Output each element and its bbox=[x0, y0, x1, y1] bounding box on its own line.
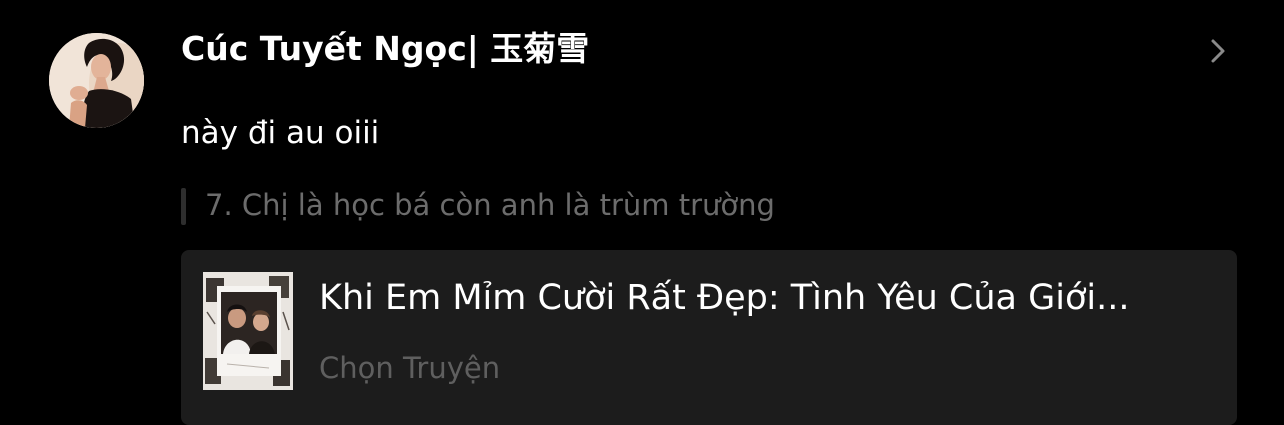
story-title[interactable]: Khi Em Mỉm Cười Rất Đẹp: Tình Yêu Của Gi… bbox=[319, 275, 1219, 321]
avatar[interactable] bbox=[49, 33, 144, 128]
avatar-photo bbox=[49, 33, 144, 128]
chevron-right-icon[interactable] bbox=[1207, 38, 1229, 64]
story-card[interactable]: Khi Em Mỉm Cười Rất Đẹp: Tình Yêu Của Gi… bbox=[181, 250, 1237, 425]
choose-story-label[interactable]: Chọn Truyện bbox=[319, 348, 500, 388]
comment-author-name[interactable]: Cúc Tuyết Ngọc| 玉菊雪 bbox=[181, 27, 589, 71]
story-cover bbox=[203, 272, 293, 390]
story-cover-image bbox=[203, 272, 293, 390]
quoted-chapter[interactable]: 7. Chị là học bá còn anh là trùm trường bbox=[205, 185, 775, 225]
quote-bar bbox=[181, 188, 186, 225]
comment-text: này đi au oiii bbox=[181, 115, 380, 151]
